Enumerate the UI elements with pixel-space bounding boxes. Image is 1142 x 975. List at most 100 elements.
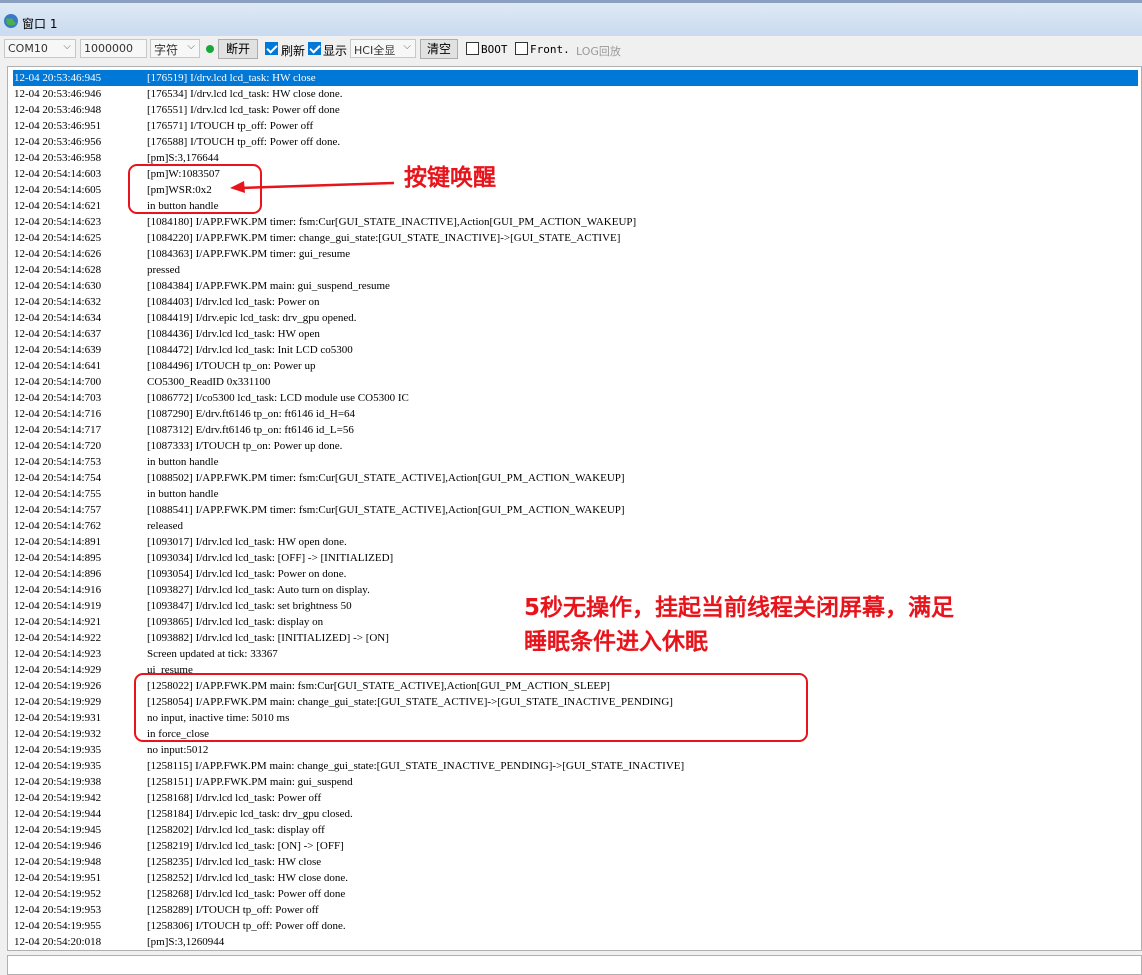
log-row[interactable]: 12-04 20:54:14:632 [1084403] I/drv.lcd lc… bbox=[13, 294, 1138, 310]
log-row[interactable]: 12-04 20:54:19:953 [1258289] I/TOUCH tp_o… bbox=[13, 902, 1138, 918]
log-row[interactable]: 12-04 20:54:19:946 [1258219] I/drv.lcd lc… bbox=[13, 838, 1138, 854]
log-timestamp: 12-04 20:54:14:895 bbox=[14, 552, 102, 564]
log-message: [1258289] I/TOUCH tp_off: Power off bbox=[147, 904, 319, 916]
log-message: [1093865] I/drv.lcd lcd_task: display on bbox=[147, 616, 324, 628]
log-row[interactable]: 12-04 20:54:14:896 [1093054] I/drv.lcd lc… bbox=[13, 566, 1138, 582]
log-row[interactable]: 12-04 20:53:46:956 [176588] I/TOUCH tp_of… bbox=[13, 134, 1138, 150]
log-timestamp: 12-04 20:54:14:755 bbox=[14, 488, 102, 500]
title-bar: 窗口 1 bbox=[0, 0, 1142, 36]
log-row[interactable]: 12-04 20:54:14:754 [1088502] I/APP.FWK.PM… bbox=[13, 470, 1138, 486]
sleep-annotation-line1: 5秒无操作，挂起当前线程关闭屏幕，满足 bbox=[524, 595, 955, 621]
log-row[interactable]: 12-04 20:54:19:955 [1258306] I/TOUCH tp_o… bbox=[13, 918, 1138, 934]
log-row[interactable]: 12-04 20:54:19:938 [1258151] I/APP.FWK.PM… bbox=[13, 774, 1138, 790]
log-message: [1084403] I/drv.lcd lcd_task: Power on bbox=[147, 296, 320, 308]
log-row[interactable]: 12-04 20:54:14:700 CO5300_ReadID 0x331100 bbox=[13, 374, 1138, 390]
log-message: [1084419] I/drv.epic lcd_task: drv_gpu o… bbox=[147, 312, 357, 324]
log-message: [1086772] I/co5300 lcd_task: LCD module … bbox=[147, 392, 409, 404]
log-timestamp: 12-04 20:54:14:757 bbox=[14, 504, 102, 516]
log-row[interactable]: 12-04 20:54:14:626 [1084363] I/APP.FWK.PM… bbox=[13, 246, 1138, 262]
disconnect-button[interactable]: 断开 bbox=[218, 39, 258, 59]
log-row[interactable]: 12-04 20:53:46:945 [176519] I/drv.lcd lcd… bbox=[13, 70, 1138, 86]
log-row[interactable]: 12-04 20:54:14:703 [1086772] I/co5300 lcd… bbox=[13, 390, 1138, 406]
log-row[interactable]: 12-04 20:54:14:630 [1084384] I/APP.FWK.PM… bbox=[13, 278, 1138, 294]
log-timestamp: 12-04 20:54:14:623 bbox=[14, 216, 102, 228]
log-row[interactable]: 12-04 20:54:19:951 [1258252] I/drv.lcd lc… bbox=[13, 870, 1138, 886]
log-timestamp: 12-04 20:54:14:919 bbox=[14, 600, 102, 612]
log-row[interactable]: 12-04 20:54:14:625 [1084220] I/APP.FWK.PM… bbox=[13, 230, 1138, 246]
log-row[interactable]: 12-04 20:54:14:891 [1093017] I/drv.lcd lc… bbox=[13, 534, 1138, 550]
log-message: released bbox=[147, 520, 184, 532]
hci-mode-select[interactable]: HCI全显 ⌵ bbox=[350, 39, 416, 58]
log-row[interactable]: 12-04 20:54:19:942 [1258168] I/drv.lcd lc… bbox=[13, 790, 1138, 806]
log-row[interactable]: 12-04 20:54:14:753 in button handle bbox=[13, 454, 1138, 470]
log-row[interactable]: 12-04 20:54:14:720 [1087333] I/TOUCH tp_o… bbox=[13, 438, 1138, 454]
log-row[interactable]: 12-04 20:54:19:945 [1258202] I/drv.lcd lc… bbox=[13, 822, 1138, 838]
send-input[interactable] bbox=[7, 955, 1142, 975]
log-timestamp: 12-04 20:54:19:932 bbox=[14, 728, 102, 740]
log-row[interactable]: 12-04 20:54:19:944 [1258184] I/drv.epic l… bbox=[13, 806, 1138, 822]
log-timestamp: 12-04 20:54:19:946 bbox=[14, 840, 102, 852]
log-message: [1258115] I/APP.FWK.PM main: change_gui_… bbox=[147, 760, 685, 772]
log-message: [1084436] I/drv.lcd lcd_task: HW open bbox=[147, 328, 320, 340]
log-row[interactable]: 12-04 20:53:46:951 [176571] I/TOUCH tp_of… bbox=[13, 118, 1138, 134]
log-timestamp: 12-04 20:53:46:956 bbox=[14, 136, 102, 148]
log-timestamp: 12-04 20:54:14:753 bbox=[14, 456, 102, 468]
log-row[interactable]: 12-04 20:54:14:762 released bbox=[13, 518, 1138, 534]
log-timestamp: 12-04 20:54:14:630 bbox=[14, 280, 102, 292]
log-row[interactable]: 12-04 20:54:14:634 [1084419] I/drv.epic l… bbox=[13, 310, 1138, 326]
refresh-checkbox[interactable] bbox=[265, 42, 278, 55]
log-message: [1087333] I/TOUCH tp_on: Power up done. bbox=[147, 440, 343, 452]
globe-icon bbox=[4, 14, 18, 28]
log-timestamp: 12-04 20:54:19:935 bbox=[14, 760, 102, 772]
log-row[interactable]: 12-04 20:54:14:895 [1093034] I/drv.lcd lc… bbox=[13, 550, 1138, 566]
log-row[interactable]: 12-04 20:54:14:757 [1088541] I/APP.FWK.PM… bbox=[13, 502, 1138, 518]
log-timestamp: 12-04 20:54:19:955 bbox=[14, 920, 102, 932]
log-timestamp: 12-04 20:54:19:935 bbox=[14, 744, 102, 756]
format-select[interactable]: 字符 ⌵ bbox=[150, 39, 200, 58]
boot-label: BOOT bbox=[481, 43, 508, 56]
front-checkbox[interactable] bbox=[515, 42, 528, 55]
log-row[interactable]: 12-04 20:54:14:628 pressed bbox=[13, 262, 1138, 278]
chevron-down-icon: ⌵ bbox=[63, 41, 71, 52]
log-message: [176571] I/TOUCH tp_off: Power off bbox=[147, 120, 314, 132]
log-timestamp: 12-04 20:54:14:929 bbox=[14, 664, 102, 676]
port-select[interactable]: COM10 ⌵ bbox=[4, 39, 76, 58]
log-row[interactable]: 12-04 20:53:46:948 [176551] I/drv.lcd lcd… bbox=[13, 102, 1138, 118]
log-timestamp: 12-04 20:54:19:931 bbox=[14, 712, 102, 724]
chevron-down-icon: ⌵ bbox=[187, 41, 195, 52]
log-timestamp: 12-04 20:54:14:923 bbox=[14, 648, 102, 660]
log-row[interactable]: 12-04 20:54:14:641 [1084496] I/TOUCH tp_o… bbox=[13, 358, 1138, 374]
log-row[interactable]: 12-04 20:54:14:716 [1087290] E/drv.ft6146… bbox=[13, 406, 1138, 422]
log-timestamp: 12-04 20:54:19:951 bbox=[14, 872, 102, 884]
display-checkbox[interactable] bbox=[308, 42, 321, 55]
clear-button[interactable]: 清空 bbox=[420, 39, 458, 59]
log-row[interactable]: 12-04 20:54:19:935 no input:5012 bbox=[13, 742, 1138, 758]
refresh-label: 刷新 bbox=[281, 44, 306, 58]
log-message: [1084472] I/drv.lcd lcd_task: Init LCD c… bbox=[147, 344, 353, 356]
log-message: [1258219] I/drv.lcd lcd_task: [ON] -> [O… bbox=[147, 840, 344, 852]
log-row[interactable]: 12-04 20:53:46:946 [176534] I/drv.lcd lcd… bbox=[13, 86, 1138, 102]
boot-checkbox[interactable] bbox=[466, 42, 479, 55]
log-message: [176534] I/drv.lcd lcd_task: HW close do… bbox=[147, 88, 343, 100]
port-value: COM10 bbox=[8, 42, 48, 55]
log-message: CO5300_ReadID 0x331100 bbox=[147, 376, 271, 388]
log-timestamp: 12-04 20:54:19:945 bbox=[14, 824, 102, 836]
log-message: Screen updated at tick: 33367 bbox=[147, 648, 278, 660]
log-message: [1258151] I/APP.FWK.PM main: gui_suspend bbox=[147, 776, 353, 788]
log-row[interactable]: 12-04 20:54:19:948 [1258235] I/drv.lcd lc… bbox=[13, 854, 1138, 870]
log-timestamp: 12-04 20:54:14:703 bbox=[14, 392, 102, 404]
log-row[interactable]: 12-04 20:54:14:623 [1084180] I/APP.FWK.PM… bbox=[13, 214, 1138, 230]
log-timestamp: 12-04 20:54:19:944 bbox=[14, 808, 102, 820]
log-message: [1258168] I/drv.lcd lcd_task: Power off bbox=[147, 792, 322, 804]
log-row[interactable]: 12-04 20:54:14:717 [1087312] E/drv.ft6146… bbox=[13, 422, 1138, 438]
front-label: Front. bbox=[530, 43, 570, 56]
log-row[interactable]: 12-04 20:54:14:637 [1084436] I/drv.lcd lc… bbox=[13, 326, 1138, 342]
log-row[interactable]: 12-04 20:54:20:018 [pm]S:3,1260944 bbox=[13, 934, 1138, 950]
log-row[interactable]: 12-04 20:54:14:639 [1084472] I/drv.lcd lc… bbox=[13, 342, 1138, 358]
log-row[interactable]: 12-04 20:54:19:935 [1258115] I/APP.FWK.PM… bbox=[13, 758, 1138, 774]
log-row[interactable]: 12-04 20:54:14:755 in button handle bbox=[13, 486, 1138, 502]
log-row[interactable]: 12-04 20:54:19:952 [1258268] I/drv.lcd lc… bbox=[13, 886, 1138, 902]
log-timestamp: 12-04 20:54:19:952 bbox=[14, 888, 102, 900]
log-replay-button[interactable]: LOG回放 bbox=[576, 43, 621, 59]
baud-select[interactable]: 1000000 bbox=[80, 39, 147, 58]
